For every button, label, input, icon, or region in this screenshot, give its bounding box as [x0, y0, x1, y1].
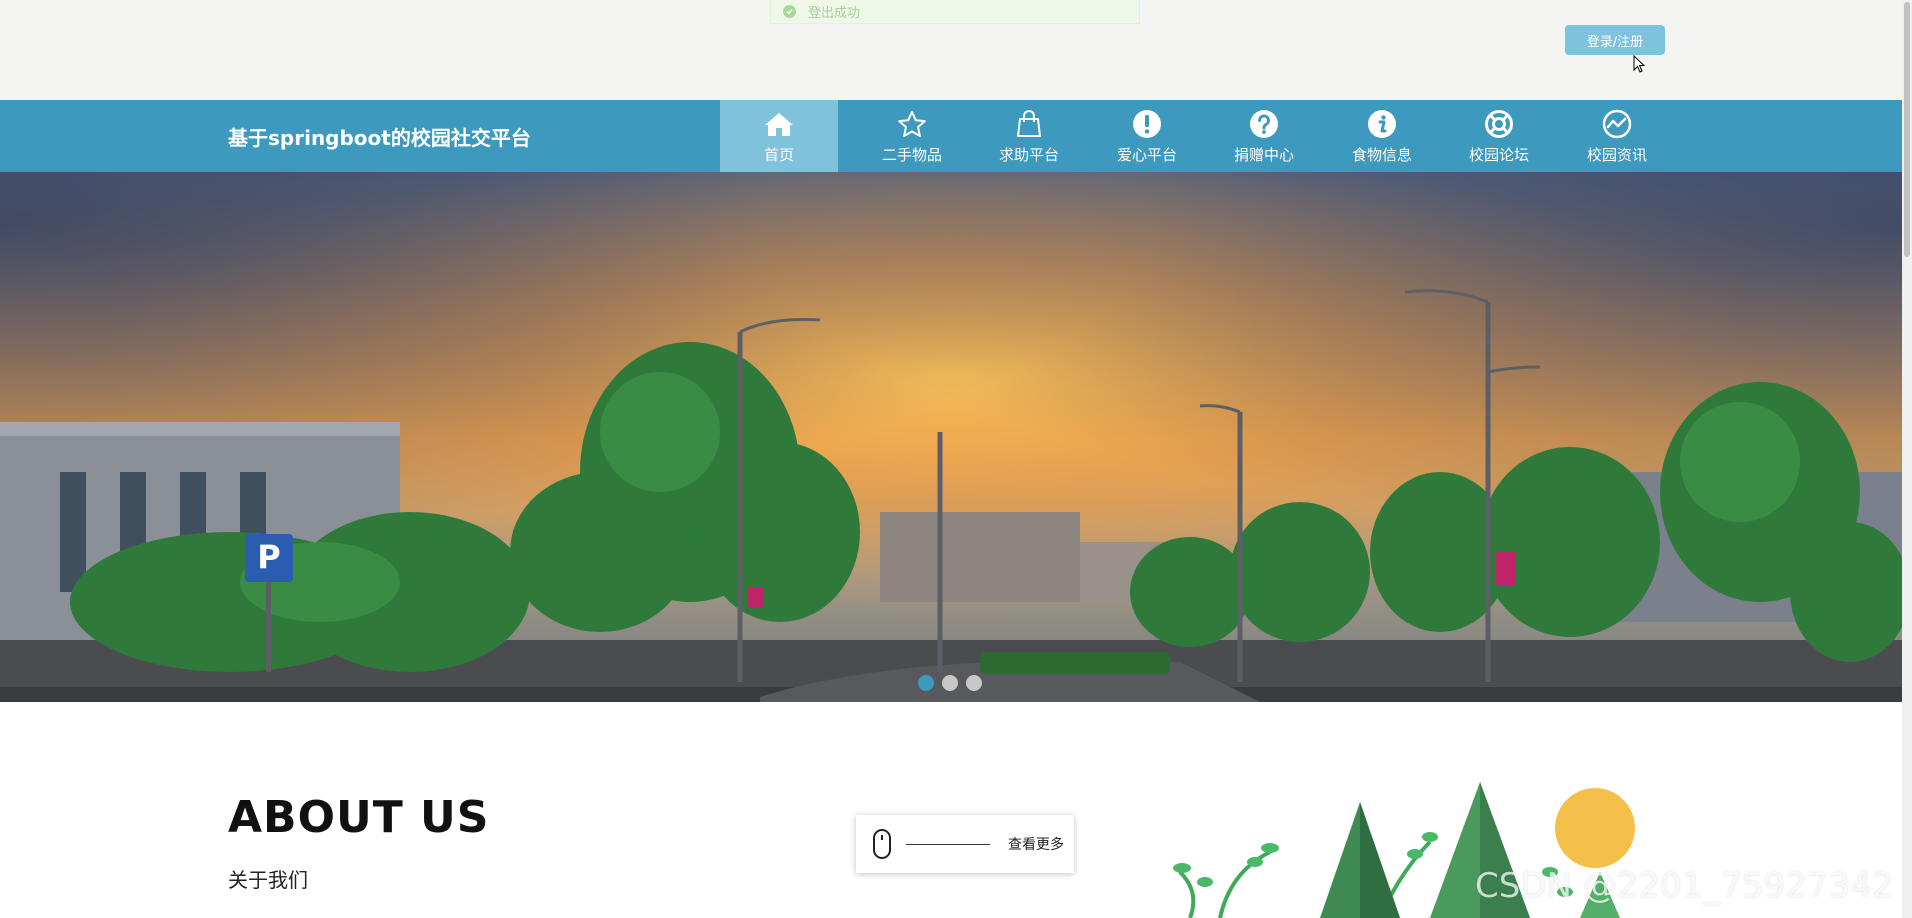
question-icon [1249, 110, 1279, 138]
check-circle-icon [783, 5, 796, 18]
view-more-label: 查看更多 [1008, 837, 1064, 853]
nav-item-donation-center[interactable]: 捐赠中心 [1205, 100, 1323, 172]
nav-item-second-hand[interactable]: 二手物品 [853, 100, 971, 172]
nav-item-charity-platform[interactable]: 爱心平台 [1088, 100, 1206, 172]
mouse-icon [873, 829, 891, 859]
carousel-indicators [918, 675, 982, 691]
nav-item-food-info[interactable]: 食物信息 [1323, 100, 1441, 172]
nav-label: 求助平台 [998, 146, 1059, 164]
nav-item-home[interactable]: 首页 [720, 100, 838, 172]
nav-label: 二手物品 [881, 146, 942, 164]
nav-label: 捐赠中心 [1233, 146, 1294, 164]
exclamation-icon [1132, 110, 1162, 138]
site-brand[interactable]: 基于springboot的校园社交平台 [228, 122, 531, 151]
nav-item-campus-news[interactable]: 校园资讯 [1558, 100, 1676, 172]
carousel-dot[interactable] [918, 675, 934, 691]
about-title: ABOUT US [228, 792, 490, 843]
trend-icon [1602, 109, 1632, 139]
nav-label: 食物信息 [1351, 146, 1412, 164]
home-icon [764, 110, 794, 138]
nav-item-help-platform[interactable]: 求助平台 [970, 100, 1088, 172]
view-more-button[interactable]: 查看更多 [856, 815, 1074, 873]
nav-item-campus-forum[interactable]: 校园论坛 [1440, 100, 1558, 172]
logout-success-toast: 登出成功 [770, 0, 1140, 24]
star-icon [897, 110, 927, 138]
scrollbar-thumb[interactable] [1904, 2, 1910, 257]
csdn-watermark: CSDN @2201_75927342 [1475, 866, 1894, 906]
svg-text:P: P [257, 538, 280, 576]
top-bar: 登出成功 登录/注册 [0, 0, 1902, 100]
nav-label: 校园资讯 [1586, 146, 1647, 164]
about-subtitle: 关于我们 [228, 868, 308, 892]
nav-label: 爱心平台 [1116, 146, 1177, 164]
nav-label: 首页 [763, 146, 794, 164]
info-icon [1367, 110, 1397, 138]
carousel-dot[interactable] [942, 675, 958, 691]
toast-message: 登出成功 [808, 6, 861, 21]
hero-carousel-image[interactable]: P [0, 172, 1902, 702]
carousel-dot[interactable] [966, 675, 982, 691]
lifebuoy-icon [1484, 110, 1514, 138]
divider-line [906, 843, 990, 845]
nav-label: 校园论坛 [1468, 146, 1529, 164]
shopping-bag-icon [1015, 110, 1043, 138]
mouse-cursor-icon [1633, 55, 1646, 73]
login-register-button[interactable]: 登录/注册 [1565, 25, 1665, 55]
main-navbar: 基于springboot的校园社交平台 首页 二手物品 求助平台 爱心平台 捐赠… [0, 100, 1902, 172]
